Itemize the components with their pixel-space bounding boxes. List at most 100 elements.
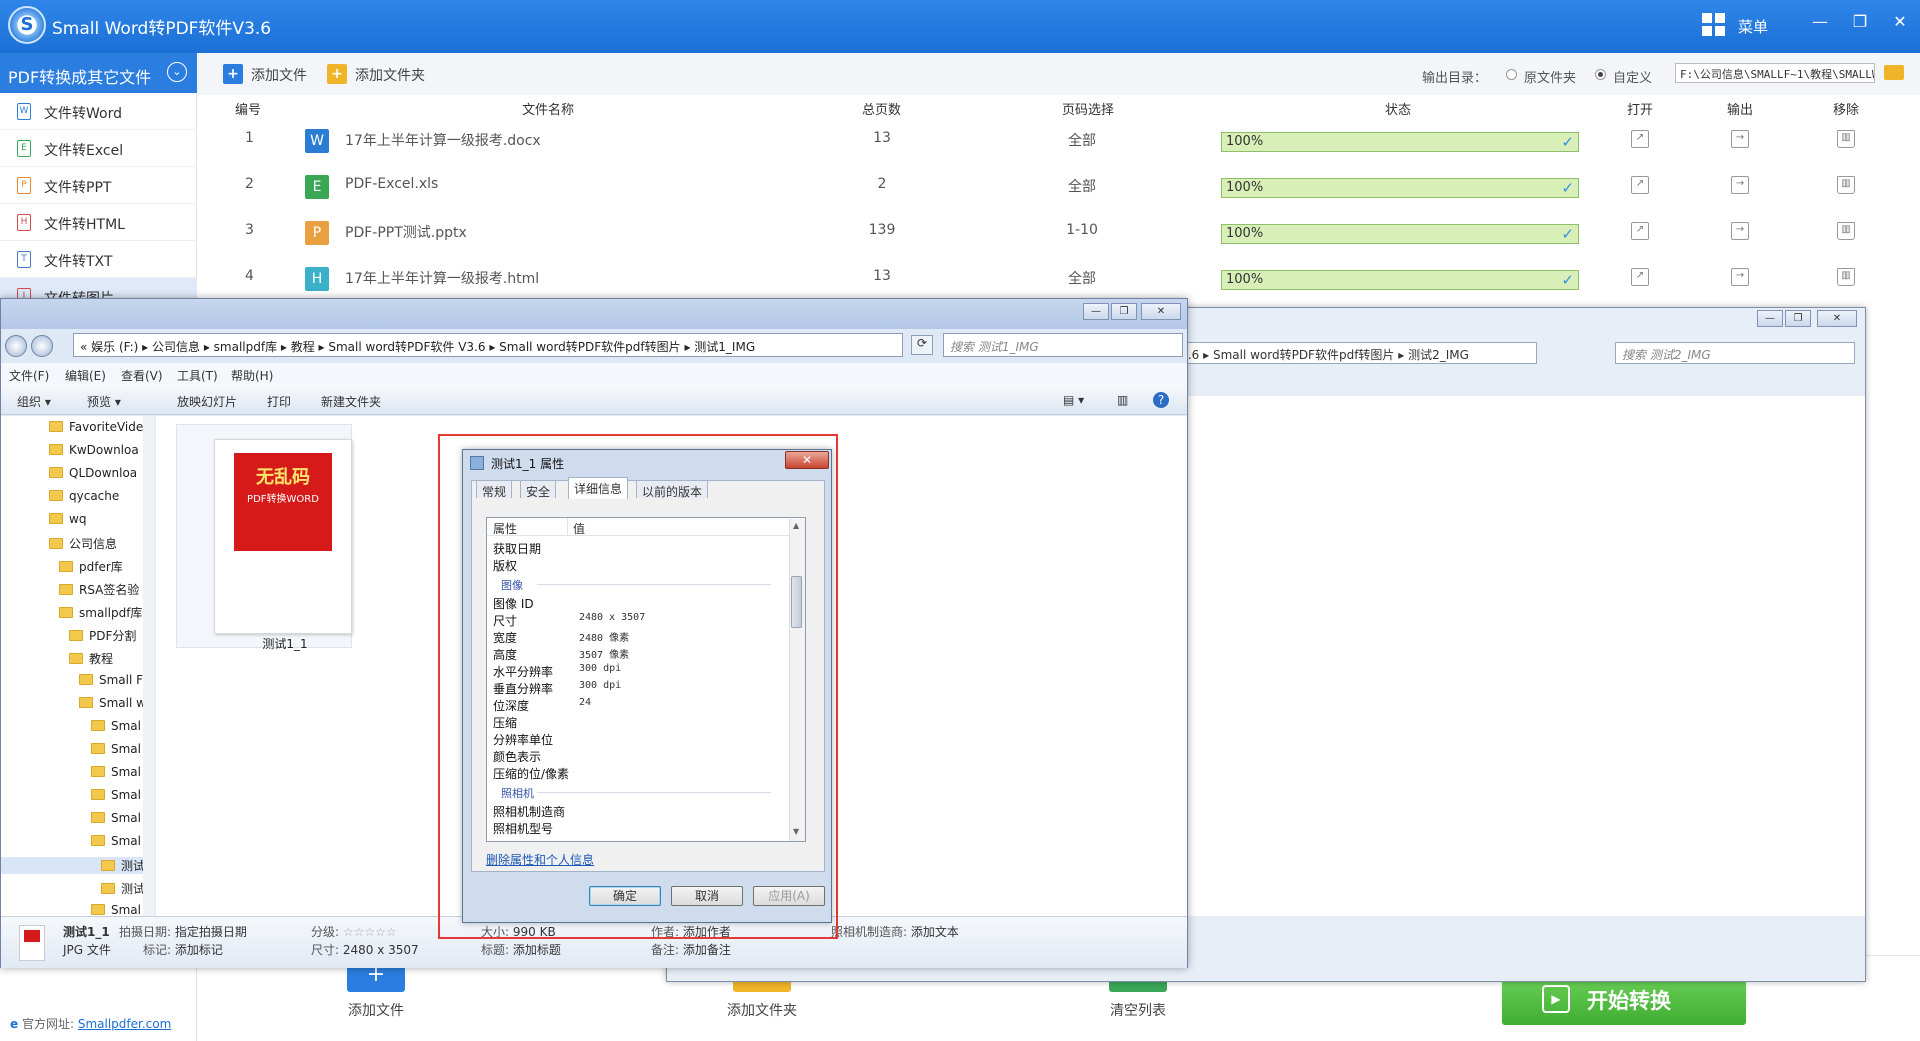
table-row[interactable]: 2 E PDF-Excel.xls 2 全部 100% ✓ ↗ → ▥ bbox=[197, 163, 1920, 209]
nav-section-header[interactable]: PDF转换成其它文件 ⌄ bbox=[0, 53, 197, 93]
refresh-icon[interactable]: ⟳ bbox=[911, 335, 933, 355]
tree-folder[interactable]: Smal bbox=[91, 811, 141, 825]
radio-source-folder[interactable] bbox=[1506, 69, 1517, 80]
tree-folder[interactable]: Smal bbox=[91, 903, 141, 916]
property-row[interactable]: 照相机制造商 bbox=[493, 803, 565, 820]
property-row[interactable]: 位深度 24 bbox=[493, 697, 591, 714]
bottom-add-file-button[interactable]: + 添加文件 bbox=[347, 960, 405, 1020]
preview-button[interactable]: 预览 ▾ bbox=[87, 393, 121, 410]
properties-close-button[interactable]: ✕ bbox=[785, 451, 829, 469]
tree-folder[interactable]: qycache bbox=[49, 489, 119, 503]
tree-folder[interactable]: Smal bbox=[91, 788, 141, 802]
col-property[interactable]: 属性 bbox=[493, 520, 517, 537]
nav-item-1[interactable]: E 文件转Excel bbox=[0, 130, 197, 167]
open-icon[interactable]: ↗ bbox=[1631, 176, 1649, 194]
tree-folder[interactable]: 测试 bbox=[1, 857, 145, 874]
output-icon[interactable]: → bbox=[1731, 222, 1749, 240]
menu-edit[interactable]: 编辑(E) bbox=[65, 367, 106, 384]
property-row[interactable]: 分辨率单位 bbox=[493, 731, 553, 748]
preview-pane-icon[interactable]: ▥ bbox=[1117, 393, 1128, 407]
tree-folder[interactable]: KwDownloa bbox=[49, 443, 139, 457]
rating-stars[interactable]: ☆☆☆☆☆ bbox=[343, 925, 397, 939]
scroll-up-icon[interactable]: ▲ bbox=[793, 521, 799, 530]
explorer2-close-button[interactable]: ✕ bbox=[1817, 310, 1857, 327]
close-button[interactable]: ✕ bbox=[1886, 8, 1914, 36]
row-page-range[interactable]: 1-10 bbox=[1047, 222, 1117, 238]
tree-folder[interactable]: wq bbox=[49, 512, 86, 526]
tree-folder[interactable]: 测试 bbox=[101, 880, 145, 897]
scroll-down-icon[interactable]: ▼ bbox=[793, 827, 799, 836]
cancel-button[interactable]: 取消 bbox=[671, 886, 743, 906]
trash-icon[interactable]: ▥ bbox=[1837, 268, 1855, 286]
tree-folder[interactable]: Small w bbox=[79, 696, 146, 710]
output-icon[interactable]: → bbox=[1731, 130, 1749, 148]
menu-file[interactable]: 文件(F) bbox=[9, 367, 49, 384]
property-row[interactable]: 尺寸 2480 x 3507 bbox=[493, 612, 645, 629]
tree-folder[interactable]: RSA签名验 bbox=[59, 581, 139, 598]
official-site-link[interactable]: Smallpdfer.com bbox=[78, 1017, 171, 1031]
tree-folder[interactable]: Small F bbox=[79, 673, 143, 687]
apply-button[interactable]: 应用(A) bbox=[753, 886, 825, 906]
nav-item-2[interactable]: P 文件转PPT bbox=[0, 167, 197, 204]
tab-details[interactable]: 详细信息 bbox=[568, 477, 629, 499]
detail-comment-value[interactable]: 添加备注 bbox=[683, 943, 731, 957]
ok-button[interactable]: 确定 bbox=[589, 886, 661, 906]
detail-title-value[interactable]: 添加标题 bbox=[513, 943, 561, 957]
explorer1-address-bar[interactable]: « 娱乐 (F:) ▸ 公司信息 ▸ smallpdf库 ▸ 教程 ▸ Smal… bbox=[73, 333, 903, 357]
property-row[interactable]: 颜色表示 bbox=[493, 748, 541, 765]
property-row[interactable]: 图像 ID bbox=[493, 595, 534, 612]
tree-folder[interactable]: Smal bbox=[91, 834, 141, 848]
explorer2-address-bar[interactable]: V3.6 ▸ Small word转PDF软件pdf转图片 ▸ 测试2_IMG bbox=[1167, 342, 1537, 364]
tree-folder[interactable]: smallpdf库 bbox=[59, 604, 142, 621]
table-row[interactable]: 3 P PDF-PPT测试.pptx 139 1-10 100% ✓ ↗ → ▥ bbox=[197, 209, 1920, 255]
menu-help[interactable]: 帮助(H) bbox=[231, 367, 273, 384]
property-row[interactable]: 压缩的位/像素 bbox=[493, 765, 569, 782]
trash-icon[interactable]: ▥ bbox=[1837, 130, 1855, 148]
nav-item-3[interactable]: H 文件转HTML bbox=[0, 204, 197, 241]
explorer1-restore-button[interactable]: ❐ bbox=[1111, 303, 1137, 320]
back-icon[interactable] bbox=[5, 335, 27, 357]
explorer2-minimize-button[interactable]: — bbox=[1757, 310, 1783, 327]
explorer1-minimize-button[interactable]: — bbox=[1083, 303, 1109, 320]
chevron-down-icon[interactable]: ⌄ bbox=[167, 62, 187, 82]
minimize-button[interactable]: — bbox=[1806, 8, 1834, 36]
explorer2-search-field[interactable]: 搜索 测试2_IMG bbox=[1615, 342, 1855, 364]
remove-properties-link[interactable]: 删除属性和个人信息 bbox=[486, 851, 594, 868]
tree-folder[interactable]: pdfer库 bbox=[59, 558, 123, 575]
detail-tags-value[interactable]: 添加标记 bbox=[175, 943, 223, 957]
trash-icon[interactable]: ▥ bbox=[1837, 176, 1855, 194]
menu-view[interactable]: 查看(V) bbox=[121, 367, 163, 384]
properties-dialog[interactable]: 测试1_1 属性 ✕ 常规 安全 详细信息 以前的版本 属性 值 获取日期 版权图… bbox=[462, 449, 832, 923]
property-row[interactable]: 压缩 bbox=[493, 714, 517, 731]
detail-maker-value[interactable]: 添加文本 bbox=[911, 925, 959, 939]
property-row[interactable]: 高度 3507 像素 bbox=[493, 646, 629, 663]
row-page-range[interactable]: 全部 bbox=[1047, 176, 1117, 196]
tree-folder[interactable]: QLDownloa bbox=[49, 466, 137, 480]
tree-folder[interactable]: Smal bbox=[91, 719, 141, 733]
help-icon[interactable]: ? bbox=[1153, 392, 1169, 408]
tree-folder[interactable]: PDF分割 bbox=[69, 627, 136, 644]
folder-icon[interactable] bbox=[1884, 65, 1904, 80]
tab-general[interactable]: 常规 bbox=[476, 480, 513, 499]
explorer2-restore-button[interactable]: ❐ bbox=[1785, 310, 1811, 327]
property-row[interactable]: 宽度 2480 像素 bbox=[493, 629, 629, 646]
row-page-range[interactable]: 全部 bbox=[1047, 130, 1117, 150]
tab-security[interactable]: 安全 bbox=[520, 480, 557, 499]
slideshow-button[interactable]: 放映幻灯片 bbox=[177, 393, 237, 410]
output-icon[interactable]: → bbox=[1731, 268, 1749, 286]
add-file-button[interactable]: + 添加文件 bbox=[223, 64, 307, 85]
explorer1-search-field[interactable]: 搜索 测试1_IMG bbox=[943, 333, 1183, 357]
tab-previous-versions[interactable]: 以前的版本 bbox=[636, 480, 709, 499]
open-icon[interactable]: ↗ bbox=[1631, 130, 1649, 148]
new-folder-button[interactable]: 新建文件夹 bbox=[321, 393, 381, 410]
scrollbar-thumb[interactable] bbox=[791, 576, 802, 628]
table-row[interactable]: 1 W 17年上半年计算一级报考.docx 13 全部 100% ✓ ↗ → ▥ bbox=[197, 117, 1920, 163]
tree-folder[interactable]: 公司信息 bbox=[49, 535, 117, 552]
tree-scrollbar[interactable] bbox=[143, 416, 155, 916]
explorer1-close-button[interactable]: ✕ bbox=[1141, 303, 1181, 320]
col-value[interactable]: 值 bbox=[573, 520, 585, 537]
nav-item-4[interactable]: T 文件转TXT bbox=[0, 241, 197, 278]
property-row[interactable]: 垂直分辨率 300 dpi bbox=[493, 680, 621, 697]
tree-folder[interactable]: Smal bbox=[91, 765, 141, 779]
restore-button[interactable]: ❐ bbox=[1846, 8, 1874, 36]
